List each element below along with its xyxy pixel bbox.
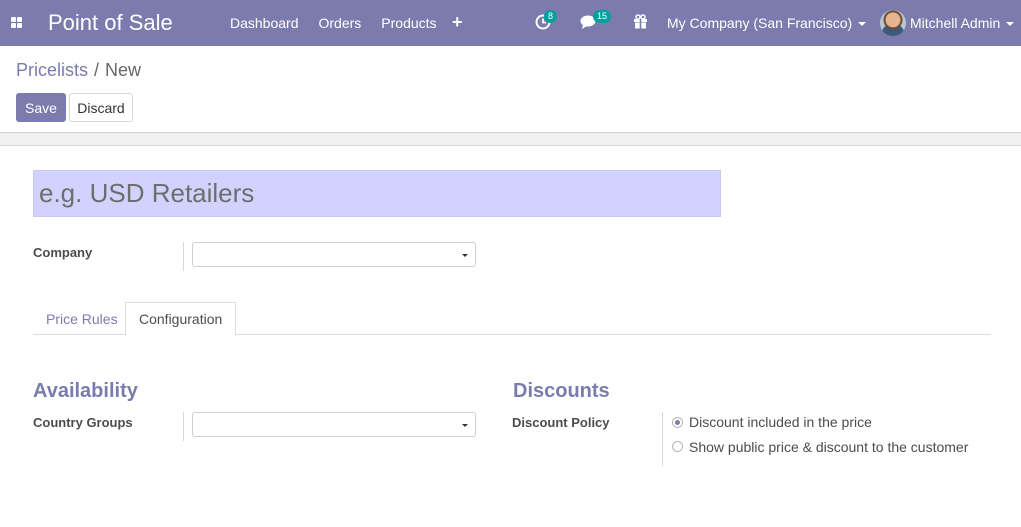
activity-count-badge: 8 [544,10,558,23]
availability-title: Availability [33,380,138,402]
activity-clock-icon[interactable]: 8 [535,10,558,30]
breadcrumb: Pricelists / New [16,60,141,81]
pricelist-name-input[interactable] [33,170,721,217]
menu-item-dashboard[interactable]: Dashboard [230,15,299,31]
country-groups-select[interactable] [192,412,476,437]
radio-show-public-price[interactable] [672,441,683,452]
messages-chat-icon[interactable]: 15 [580,10,612,30]
radio-discount-included[interactable] [672,417,683,428]
breadcrumb-pricelists[interactable]: Pricelists [16,60,88,80]
discount-policy-label: Discount Policy [512,415,610,430]
company-switcher[interactable]: My Company (San Francisco) [667,15,867,31]
chevron-down-icon [1006,22,1015,27]
menu-item-orders[interactable]: Orders [319,15,362,31]
field-separator [183,412,184,441]
company-select[interactable] [192,242,476,267]
breadcrumb-separator: / [94,60,100,80]
radio-label-discount-included[interactable]: Discount included in the price [689,414,872,430]
tab-price-rules[interactable]: Price Rules [33,302,131,335]
save-button[interactable]: Save [16,93,66,122]
discard-button[interactable]: Discard [69,93,133,122]
main-menu: Dashboard Orders Products [230,15,457,31]
user-avatar[interactable] [880,10,906,36]
top-navbar: Point of Sale Dashboard Orders Products … [0,0,1021,46]
messages-count-badge: 15 [593,10,612,23]
apps-grid-icon[interactable] [11,17,22,28]
dropdown-caret-icon [462,424,468,427]
field-separator [183,242,184,271]
user-menu[interactable]: Mitchell Admin [910,15,1015,31]
country-groups-label: Country Groups [33,415,133,430]
tab-configuration[interactable]: Configuration [125,302,237,336]
radio-label-show-public-price[interactable]: Show public price & discount to the cust… [689,439,968,455]
field-separator [662,412,663,466]
discounts-title: Discounts [513,380,610,402]
company-label: Company [33,245,93,260]
company-name: My Company (San Francisco) [667,15,853,31]
control-panel-divider [0,132,1021,146]
plus-icon[interactable]: + [452,12,463,33]
breadcrumb-current: New [105,60,142,80]
menu-item-products[interactable]: Products [381,15,436,31]
app-title: Point of Sale [48,10,173,35]
chevron-down-icon [858,22,867,27]
dropdown-caret-icon [462,254,468,257]
form-tabs: Price Rules Configuration [33,302,991,336]
gift-icon[interactable] [633,14,648,29]
user-name: Mitchell Admin [910,15,1001,31]
